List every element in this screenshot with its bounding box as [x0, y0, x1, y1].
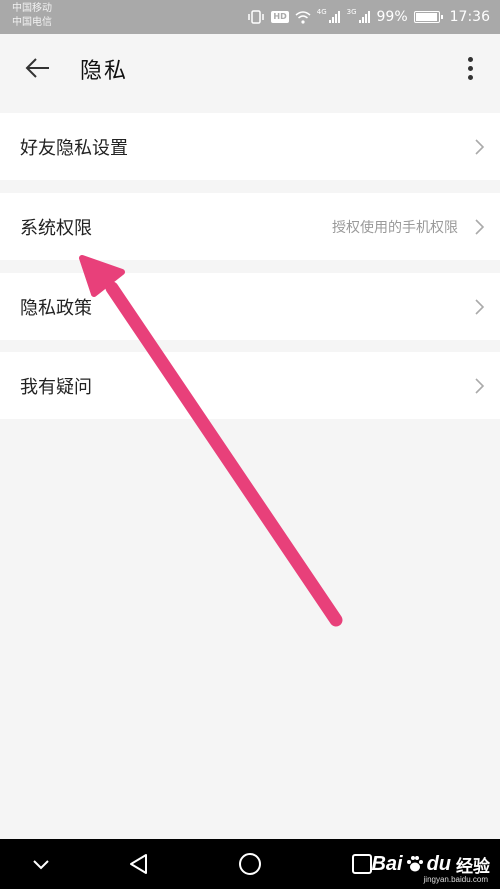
- network-4g-label: 4G: [316, 8, 327, 16]
- watermark-logo: Bai du 经验: [371, 852, 490, 877]
- menu-item-label: 好友隐私设置: [20, 137, 128, 159]
- watermark-brand-jingyan: 经验: [456, 856, 490, 876]
- recents-square-icon: [352, 854, 372, 874]
- watermark-url: jingyan.baidu.com: [423, 875, 488, 884]
- signal-icon: [328, 11, 341, 23]
- chevron-right-icon: [475, 377, 485, 394]
- battery-icon: [413, 11, 443, 23]
- chevron-right-icon: [475, 218, 485, 235]
- back-button[interactable]: [20, 50, 56, 86]
- vibrate-icon: [247, 10, 265, 24]
- status-bar: 中国移动 中国电信 HD 4G 3G 99% 17:36: [0, 0, 500, 34]
- hd-icon: HD: [271, 11, 289, 23]
- back-triangle-icon: [130, 854, 147, 874]
- system-nav-bar: Bai du 经验 jingyan.baidu.com: [0, 839, 500, 889]
- page-title: 隐私: [80, 59, 129, 84]
- chevron-right-icon: [475, 298, 485, 315]
- hide-nav-button[interactable]: [28, 851, 54, 877]
- status-icons: HD 4G 3G 99% 17:36: [247, 0, 490, 34]
- signal-icon: [358, 11, 371, 23]
- battery-percent: 99%: [376, 9, 408, 25]
- chevron-down-icon: [33, 860, 49, 870]
- carrier-2-label: 中国电信: [12, 17, 52, 28]
- watermark-brand-du: du: [426, 852, 451, 875]
- chevron-right-icon: [475, 138, 485, 155]
- menu-item-friend-privacy[interactable]: 好友隐私设置: [0, 113, 500, 180]
- more-options-button[interactable]: [460, 50, 480, 86]
- menu-item-system-permissions[interactable]: 系统权限 授权使用的手机权限: [0, 193, 500, 260]
- home-circle-icon: [239, 853, 261, 875]
- watermark-brand-bai: Bai: [371, 852, 403, 875]
- baidu-jingyan-watermark: Bai du 经验 jingyan.baidu.com: [371, 847, 490, 885]
- menu-item-hint: 授权使用的手机权限: [332, 219, 458, 236]
- nav-home-button[interactable]: [237, 851, 263, 877]
- app-header: 隐私: [0, 34, 500, 102]
- menu-item-label: 隐私政策: [20, 297, 92, 319]
- menu-item-label: 系统权限: [20, 217, 92, 239]
- menu-item-questions[interactable]: 我有疑问: [0, 352, 500, 419]
- menu-item-label: 我有疑问: [20, 376, 92, 398]
- clock: 17:36: [449, 9, 490, 25]
- back-arrow-icon: [25, 58, 49, 78]
- more-vertical-icon: [467, 56, 473, 62]
- carrier-info: 中国移动 中国电信: [12, 2, 52, 30]
- wifi-icon: [295, 10, 311, 24]
- nav-back-button[interactable]: [126, 851, 152, 877]
- menu-item-privacy-policy[interactable]: 隐私政策: [0, 273, 500, 340]
- network-3g-label: 3G: [346, 8, 357, 16]
- carrier-1-label: 中国移动: [12, 3, 52, 14]
- paw-icon: [406, 856, 423, 872]
- battery-level: [415, 13, 438, 21]
